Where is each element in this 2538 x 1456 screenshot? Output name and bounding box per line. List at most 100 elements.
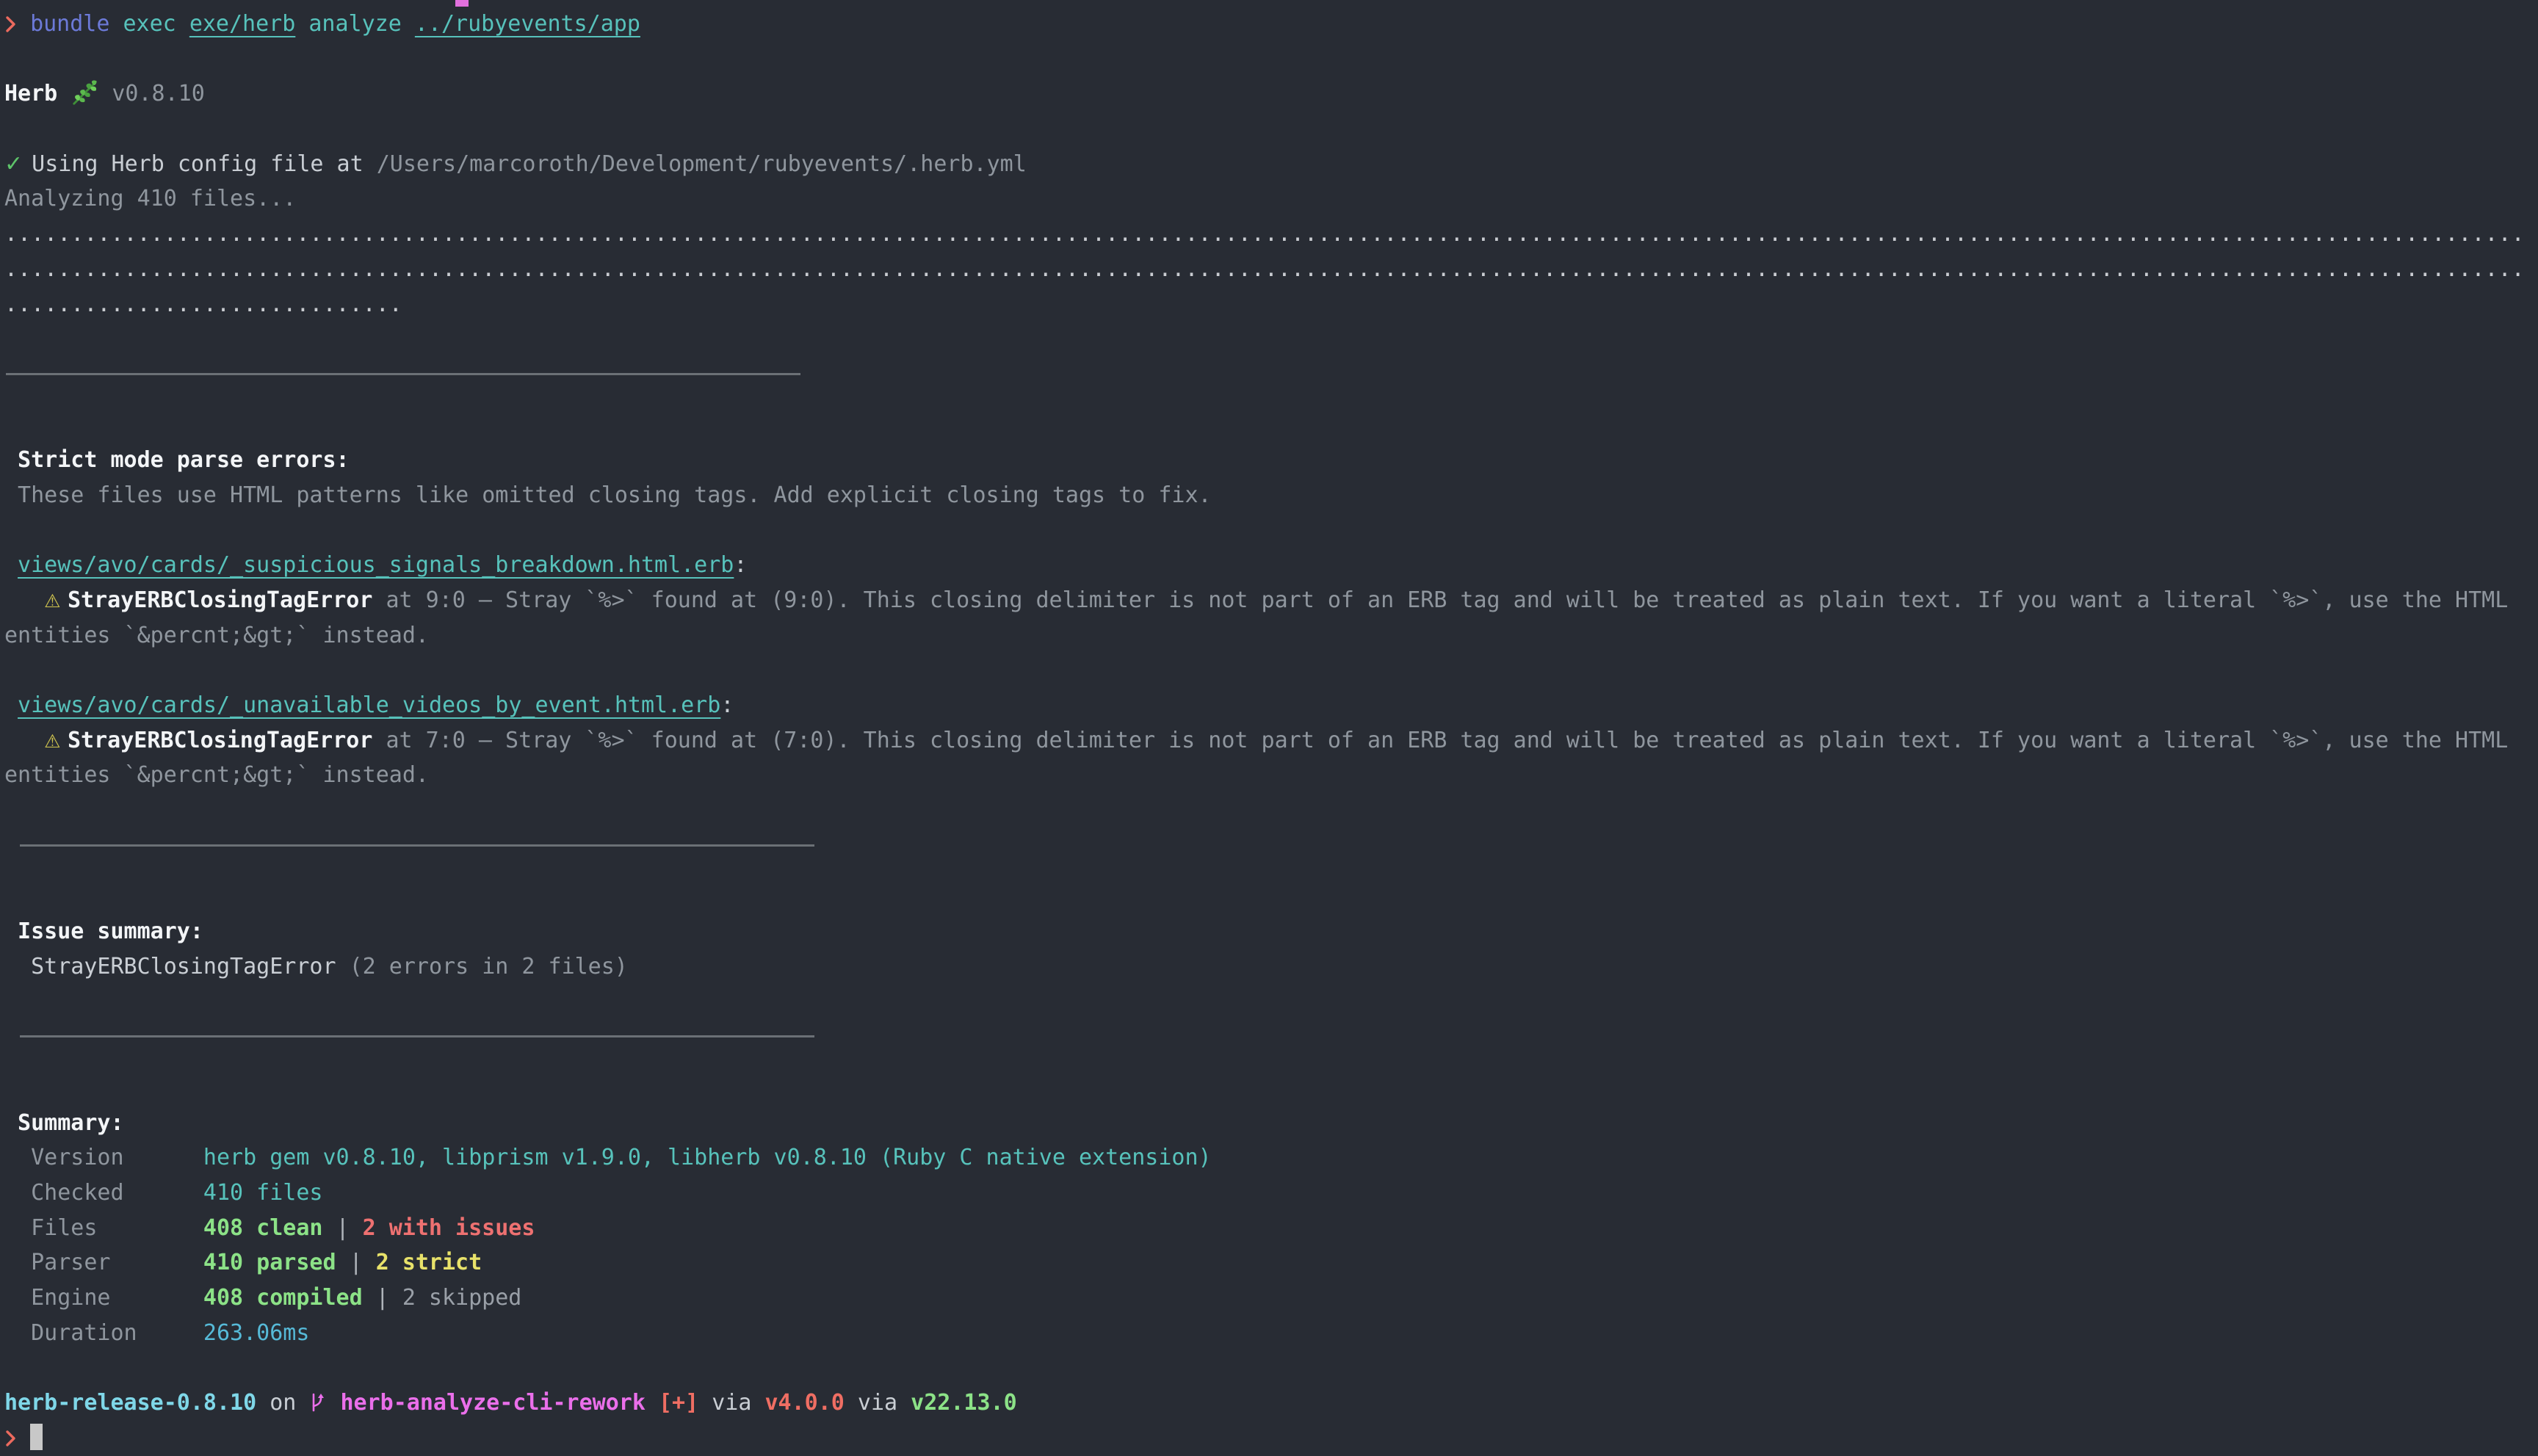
terminal-cursor <box>30 1424 43 1450</box>
blank-row <box>4 513 2538 548</box>
strict-errors-description: These files use HTML patterns like omitt… <box>4 478 2538 513</box>
pipe-separator: | <box>350 1250 363 1275</box>
blank-row <box>4 1350 2538 1386</box>
file-colon: : <box>720 692 734 718</box>
warning-icon: ⚠ <box>44 724 68 759</box>
summary-row-parser: Parser410 parsed|2 strict <box>4 1245 2538 1281</box>
via-word: via <box>858 1390 897 1416</box>
progress-dots-row-2: ........................................… <box>4 252 2538 287</box>
summary-label: Files <box>31 1211 203 1246</box>
engine-skipped-count: 2 skipped <box>402 1285 522 1311</box>
progress-dots: .............................. <box>4 291 402 317</box>
divider-line <box>6 373 800 375</box>
engine-compiled-count: 408 compiled <box>203 1285 363 1311</box>
analyzing-status: Analyzing 410 files... <box>4 181 2538 217</box>
check-icon: ✓ <box>4 147 18 182</box>
files-issues-count: 2 with issues <box>363 1215 535 1241</box>
config-path: /Users/marcoroth/Development/rubyevents/… <box>377 151 1027 177</box>
prompt-chevron-icon <box>4 15 17 34</box>
summary-row-checked: Checked410 files <box>4 1176 2538 1211</box>
summary-value: 410 files <box>203 1180 323 1206</box>
summary-row-duration: Duration263.06ms <box>4 1316 2538 1351</box>
config-message: Using Herb config file at <box>32 151 364 177</box>
blank-row <box>4 793 2538 828</box>
blank-row <box>4 1071 2538 1106</box>
analyzing-label: Analyzing 410 files... <box>4 186 296 211</box>
section-description: These files use HTML patterns like omitt… <box>18 482 1212 508</box>
section-divider <box>4 1035 2538 1071</box>
app-name: Herb <box>4 81 57 106</box>
warning-icon: ⚠ <box>44 584 68 619</box>
summary-row-engine: Engine408 compiled | 2 skipped <box>4 1281 2538 1316</box>
blank-row <box>4 985 2538 1020</box>
directory-name: herb-release-0.8.10 <box>4 1390 256 1416</box>
issue-count: (2 errors in 2 files) <box>350 954 628 979</box>
issue-error-class: StrayERBClosingTagError <box>31 954 336 979</box>
ruby-version: v4.0.0 <box>764 1390 844 1416</box>
progress-dots: ........................................… <box>4 221 2525 247</box>
command-line: bundle exec exe/herb analyze ../rubyeven… <box>4 7 2538 42</box>
divider-line <box>20 844 814 847</box>
progress-dots-row-1: ........................................… <box>4 217 2538 252</box>
branch-name: herb-analyze-cli-rework <box>340 1390 645 1416</box>
progress-dots: ........................................… <box>4 256 2525 282</box>
error-file-line: views/avo/cards/_unavailable_videos_by_e… <box>4 688 2538 723</box>
command-target-link[interactable]: ../rubyevents/app <box>415 11 640 37</box>
summary-value: herb gem v0.8.10, libprism v1.9.0, libhe… <box>203 1145 1212 1170</box>
error-class: StrayERBClosingTagError <box>68 587 372 613</box>
shell-prompt-line: herb-release-0.8.10 on herb-analyze-cli-… <box>4 1386 2538 1421</box>
error-class: StrayERBClosingTagError <box>68 728 372 753</box>
summary-row-version: Versionherb gem v0.8.10, libprism v1.9.0… <box>4 1140 2538 1176</box>
blank-row <box>4 880 2538 915</box>
parser-strict-count: 2 strict <box>376 1250 482 1275</box>
error-detail-line: ⚠StrayERBClosingTagError at 7:0 — Stray … <box>4 723 2538 758</box>
app-header-line: Herb v0.8.10 <box>4 76 2538 112</box>
error-detail-wrap-line: entities `&percnt;&gt;` instead. <box>4 618 2538 653</box>
error-message: at 7:0 — Stray `%>` found at (7:0). This… <box>372 728 2508 753</box>
issue-summary-title: Issue summary: <box>4 914 2538 949</box>
summary-label: Checked <box>31 1176 203 1211</box>
git-branch-icon <box>309 1391 327 1413</box>
duration-value: 263.06ms <box>203 1320 310 1346</box>
error-message: at 9:0 — Stray `%>` found at (9:0). This… <box>372 587 2508 613</box>
input-prompt-line[interactable] <box>4 1421 2538 1456</box>
summary-label: Duration <box>31 1316 203 1351</box>
blank-row <box>4 112 2538 147</box>
error-message-wrap: entities `&percnt;&gt;` instead. <box>4 623 429 648</box>
files-clean-count: 408 clean <box>203 1215 323 1241</box>
error-file-link[interactable]: views/avo/cards/_unavailable_videos_by_e… <box>18 692 720 718</box>
error-file-link[interactable]: views/avo/cards/_suspicious_signals_brea… <box>18 552 734 578</box>
blank-row <box>4 42 2538 77</box>
section-title: Summary: <box>18 1110 124 1136</box>
section-title: Strict mode parse errors: <box>18 447 350 473</box>
command-subcommand: exec <box>123 11 176 37</box>
pipe-separator: | <box>376 1285 389 1311</box>
blank-row <box>4 322 2538 357</box>
summary-label: Engine <box>31 1281 203 1316</box>
file-colon: : <box>734 552 747 578</box>
config-line: ✓ Using Herb config file at /Users/marco… <box>4 147 2538 182</box>
error-file-line: views/avo/cards/_suspicious_signals_brea… <box>4 548 2538 583</box>
error-detail-wrap-line: entities `&percnt;&gt;` instead. <box>4 758 2538 793</box>
herb-leaf-icon <box>70 79 98 107</box>
git-status-badge: [+] <box>659 1390 698 1416</box>
app-version: v0.8.10 <box>112 81 204 106</box>
summary-row-files: Files408 clean | 2 with issues <box>4 1211 2538 1246</box>
error-message-wrap: entities `&percnt;&gt;` instead. <box>4 762 429 788</box>
pipe-separator: | <box>336 1215 350 1241</box>
prompt-chevron-icon <box>4 1429 17 1448</box>
strict-errors-title: Strict mode parse errors: <box>4 443 2538 478</box>
section-divider <box>4 844 2538 880</box>
command-program: bundle <box>30 11 109 37</box>
command-executable-link[interactable]: exe/herb <box>189 11 296 37</box>
error-detail-line: ⚠StrayERBClosingTagError at 9:0 — Stray … <box>4 583 2538 618</box>
via-word: via <box>712 1390 751 1416</box>
command-action: analyze <box>308 11 401 37</box>
blank-row <box>4 408 2538 443</box>
section-title: Issue summary: <box>18 919 203 944</box>
summary-label: Parser <box>31 1245 203 1281</box>
summary-label: Version <box>31 1140 203 1176</box>
on-word: on <box>270 1390 296 1416</box>
terminal[interactable]: bundle exec exe/herb analyze ../rubyeven… <box>0 0 2538 1456</box>
summary-title: Summary: <box>4 1106 2538 1141</box>
